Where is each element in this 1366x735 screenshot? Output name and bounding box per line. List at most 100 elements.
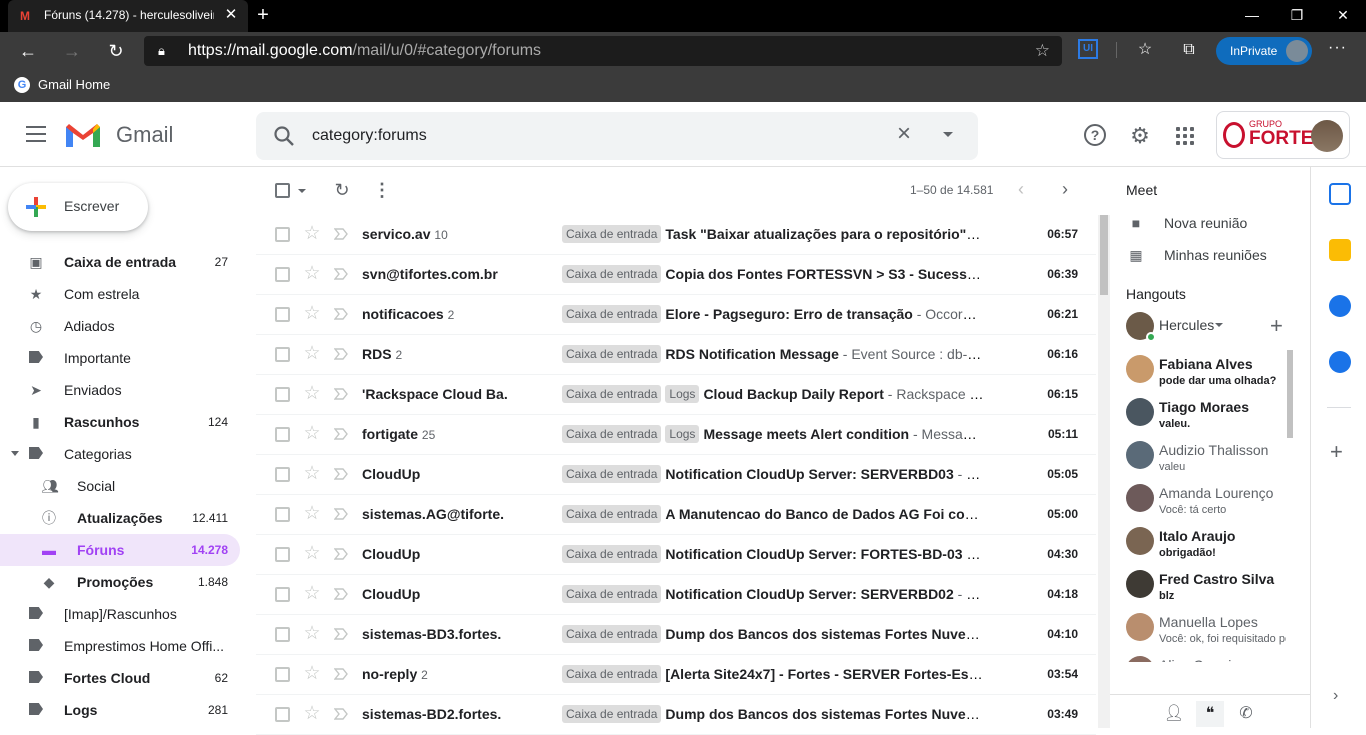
row-checkbox[interactable]: [275, 387, 290, 402]
email-label-chip[interactable]: Logs: [665, 425, 700, 443]
important-marker-icon[interactable]: [334, 388, 348, 400]
email-row[interactable]: ☆ sistemas.AG@tiforte. Caixa de entrada A M…: [256, 495, 1096, 535]
star-icon[interactable]: ☆: [302, 264, 322, 284]
select-all-checkbox[interactable]: [275, 183, 290, 198]
email-label-chip[interactable]: Caixa de entrada: [562, 505, 662, 523]
email-label-chip[interactable]: Caixa de entrada: [562, 585, 662, 603]
clear-search-icon[interactable]: ×: [892, 122, 916, 146]
settings-gear-icon[interactable]: ⚙: [1128, 124, 1152, 148]
hangouts-contact[interactable]: Manuella Lopes Você: ok, foi requisitado …: [1124, 608, 1286, 651]
hangouts-contact[interactable]: Amanda Lourenço Você: tá certo: [1124, 479, 1284, 522]
nav-item-12[interactable]: Emprestimos Home Offi...: [0, 630, 240, 662]
hide-panel-icon[interactable]: ›: [1333, 687, 1338, 705]
row-checkbox[interactable]: [275, 707, 290, 722]
email-row[interactable]: ☆ fortigate 25 Caixa de entrada Logs Message…: [256, 415, 1096, 455]
row-checkbox[interactable]: [275, 227, 290, 242]
browser-tab[interactable]: M Fóruns (14.278) - herculesoliveira ✕: [8, 0, 248, 32]
row-checkbox[interactable]: [275, 307, 290, 322]
nav-item-13[interactable]: Fortes Cloud 62: [0, 662, 240, 694]
email-label-chip[interactable]: Caixa de entrada: [562, 425, 662, 443]
gmail-logo-icon[interactable]: [64, 121, 102, 149]
star-icon[interactable]: ☆: [302, 704, 322, 724]
tasks-app-icon[interactable]: [1329, 295, 1351, 317]
row-checkbox[interactable]: [275, 467, 290, 482]
email-label-chip[interactable]: Caixa de entrada: [562, 625, 662, 643]
back-icon[interactable]: ←: [16, 39, 40, 63]
email-row[interactable]: ☆ RDS 2 Caixa de entrada RDS Notification M…: [256, 335, 1096, 375]
phone-tab-icon[interactable]: ✆: [1232, 701, 1260, 727]
email-label-chip[interactable]: Caixa de entrada: [562, 345, 662, 363]
email-label-chip[interactable]: Caixa de entrada: [562, 385, 662, 403]
collapse-categories-icon[interactable]: [11, 451, 19, 456]
row-checkbox[interactable]: [275, 507, 290, 522]
search-input[interactable]: [312, 124, 872, 148]
email-label-chip[interactable]: Logs: [665, 385, 700, 403]
nav-item-0[interactable]: ▣ Caixa de entrada 27: [0, 246, 240, 278]
new-conversation-icon[interactable]: +: [1270, 313, 1283, 339]
keep-app-icon[interactable]: [1329, 239, 1351, 261]
email-label-chip[interactable]: Caixa de entrada: [562, 705, 662, 723]
row-checkbox[interactable]: [275, 427, 290, 442]
nav-item-6[interactable]: Categorias: [0, 438, 240, 470]
forward-icon[interactable]: →: [60, 39, 84, 63]
window-close-icon[interactable]: ✕: [1331, 4, 1355, 26]
restore-icon[interactable]: ❐: [1285, 4, 1309, 26]
minimize-icon[interactable]: —: [1240, 4, 1264, 26]
favorite-star-icon[interactable]: ☆: [1035, 41, 1050, 61]
email-label-chip[interactable]: Caixa de entrada: [562, 305, 662, 323]
important-marker-icon[interactable]: [334, 548, 348, 560]
row-checkbox[interactable]: [275, 627, 290, 642]
email-label-chip[interactable]: Caixa de entrada: [562, 265, 662, 283]
row-checkbox[interactable]: [275, 587, 290, 602]
url-text[interactable]: https://mail.google.com/mail/u/0/#catego…: [188, 42, 541, 60]
contacts-tab-icon[interactable]: 👤︎: [1160, 701, 1188, 727]
hangouts-contact[interactable]: Fred Castro Silva blz: [1124, 565, 1284, 608]
help-icon[interactable]: ?: [1084, 124, 1106, 146]
nav-item-1[interactable]: ★ Com estrela: [0, 278, 240, 310]
email-row[interactable]: ☆ CloudUp Caixa de entrada Notification Clo…: [256, 575, 1096, 615]
row-checkbox[interactable]: [275, 547, 290, 562]
email-row[interactable]: ☆ CloudUp Caixa de entrada Notification Clo…: [256, 535, 1096, 575]
email-row[interactable]: ☆ CloudUp Caixa de entrada Notification Clo…: [256, 455, 1096, 495]
important-marker-icon[interactable]: [334, 588, 348, 600]
nav-item-10[interactable]: ◆ Promoções 1.848: [0, 566, 240, 598]
email-row[interactable]: ☆ sistemas-BD3.fortes. Caixa de entrada Dum…: [256, 615, 1096, 655]
browser-menu-icon[interactable]: ···: [1328, 39, 1347, 57]
extension-icon[interactable]: UI: [1078, 39, 1098, 59]
star-icon[interactable]: ☆: [302, 584, 322, 604]
important-marker-icon[interactable]: [334, 428, 348, 440]
older-page-icon[interactable]: ‹: [1018, 179, 1024, 200]
star-icon[interactable]: ☆: [302, 384, 322, 404]
star-icon[interactable]: ☆: [302, 464, 322, 484]
main-menu-icon[interactable]: [26, 126, 46, 142]
email-row[interactable]: ☆ svn@tifortes.com.br Caixa de entrada Copi…: [256, 255, 1096, 295]
nav-item-9[interactable]: ▬ Fóruns 14.278: [0, 534, 240, 566]
star-icon[interactable]: ☆: [302, 504, 322, 524]
nav-item-11[interactable]: [Imap]/Rascunhos: [0, 598, 240, 630]
tab-close-icon[interactable]: ✕: [222, 6, 240, 24]
new-meeting-button[interactable]: ■ Nova reunião: [1126, 209, 1306, 237]
inprivate-badge[interactable]: InPrivate: [1216, 37, 1312, 65]
important-marker-icon[interactable]: [334, 628, 348, 640]
important-marker-icon[interactable]: [334, 308, 348, 320]
hangouts-scrollbar[interactable]: [1286, 350, 1294, 662]
address-bar[interactable]: 🔒︎ https://mail.google.com/mail/u/0/#cat…: [144, 36, 1062, 66]
important-marker-icon[interactable]: [334, 668, 348, 680]
contacts-app-icon[interactable]: [1329, 351, 1351, 373]
search-options-icon[interactable]: [938, 122, 958, 146]
google-apps-icon[interactable]: [1173, 124, 1197, 148]
email-row[interactable]: ☆ sistemas-BD2.fortes. Caixa de entrada Dum…: [256, 695, 1096, 735]
row-checkbox[interactable]: [275, 267, 290, 282]
hangouts-contact[interactable]: Tiago Moraes valeu.: [1124, 393, 1284, 436]
important-marker-icon[interactable]: [334, 268, 348, 280]
email-list-scrollbar[interactable]: [1098, 215, 1110, 728]
reload-icon[interactable]: ↻: [104, 39, 128, 63]
get-addons-icon[interactable]: +: [1330, 439, 1343, 465]
star-icon[interactable]: ☆: [302, 224, 322, 244]
calendar-app-icon[interactable]: [1329, 183, 1351, 205]
newer-page-icon[interactable]: ›: [1062, 179, 1068, 200]
nav-item-7[interactable]: 👥︎ Social: [0, 470, 240, 502]
nav-item-8[interactable]: ⓘ Atualizações 12.411: [0, 502, 240, 534]
refresh-icon[interactable]: ↻: [332, 180, 352, 200]
email-label-chip[interactable]: Caixa de entrada: [562, 545, 662, 563]
